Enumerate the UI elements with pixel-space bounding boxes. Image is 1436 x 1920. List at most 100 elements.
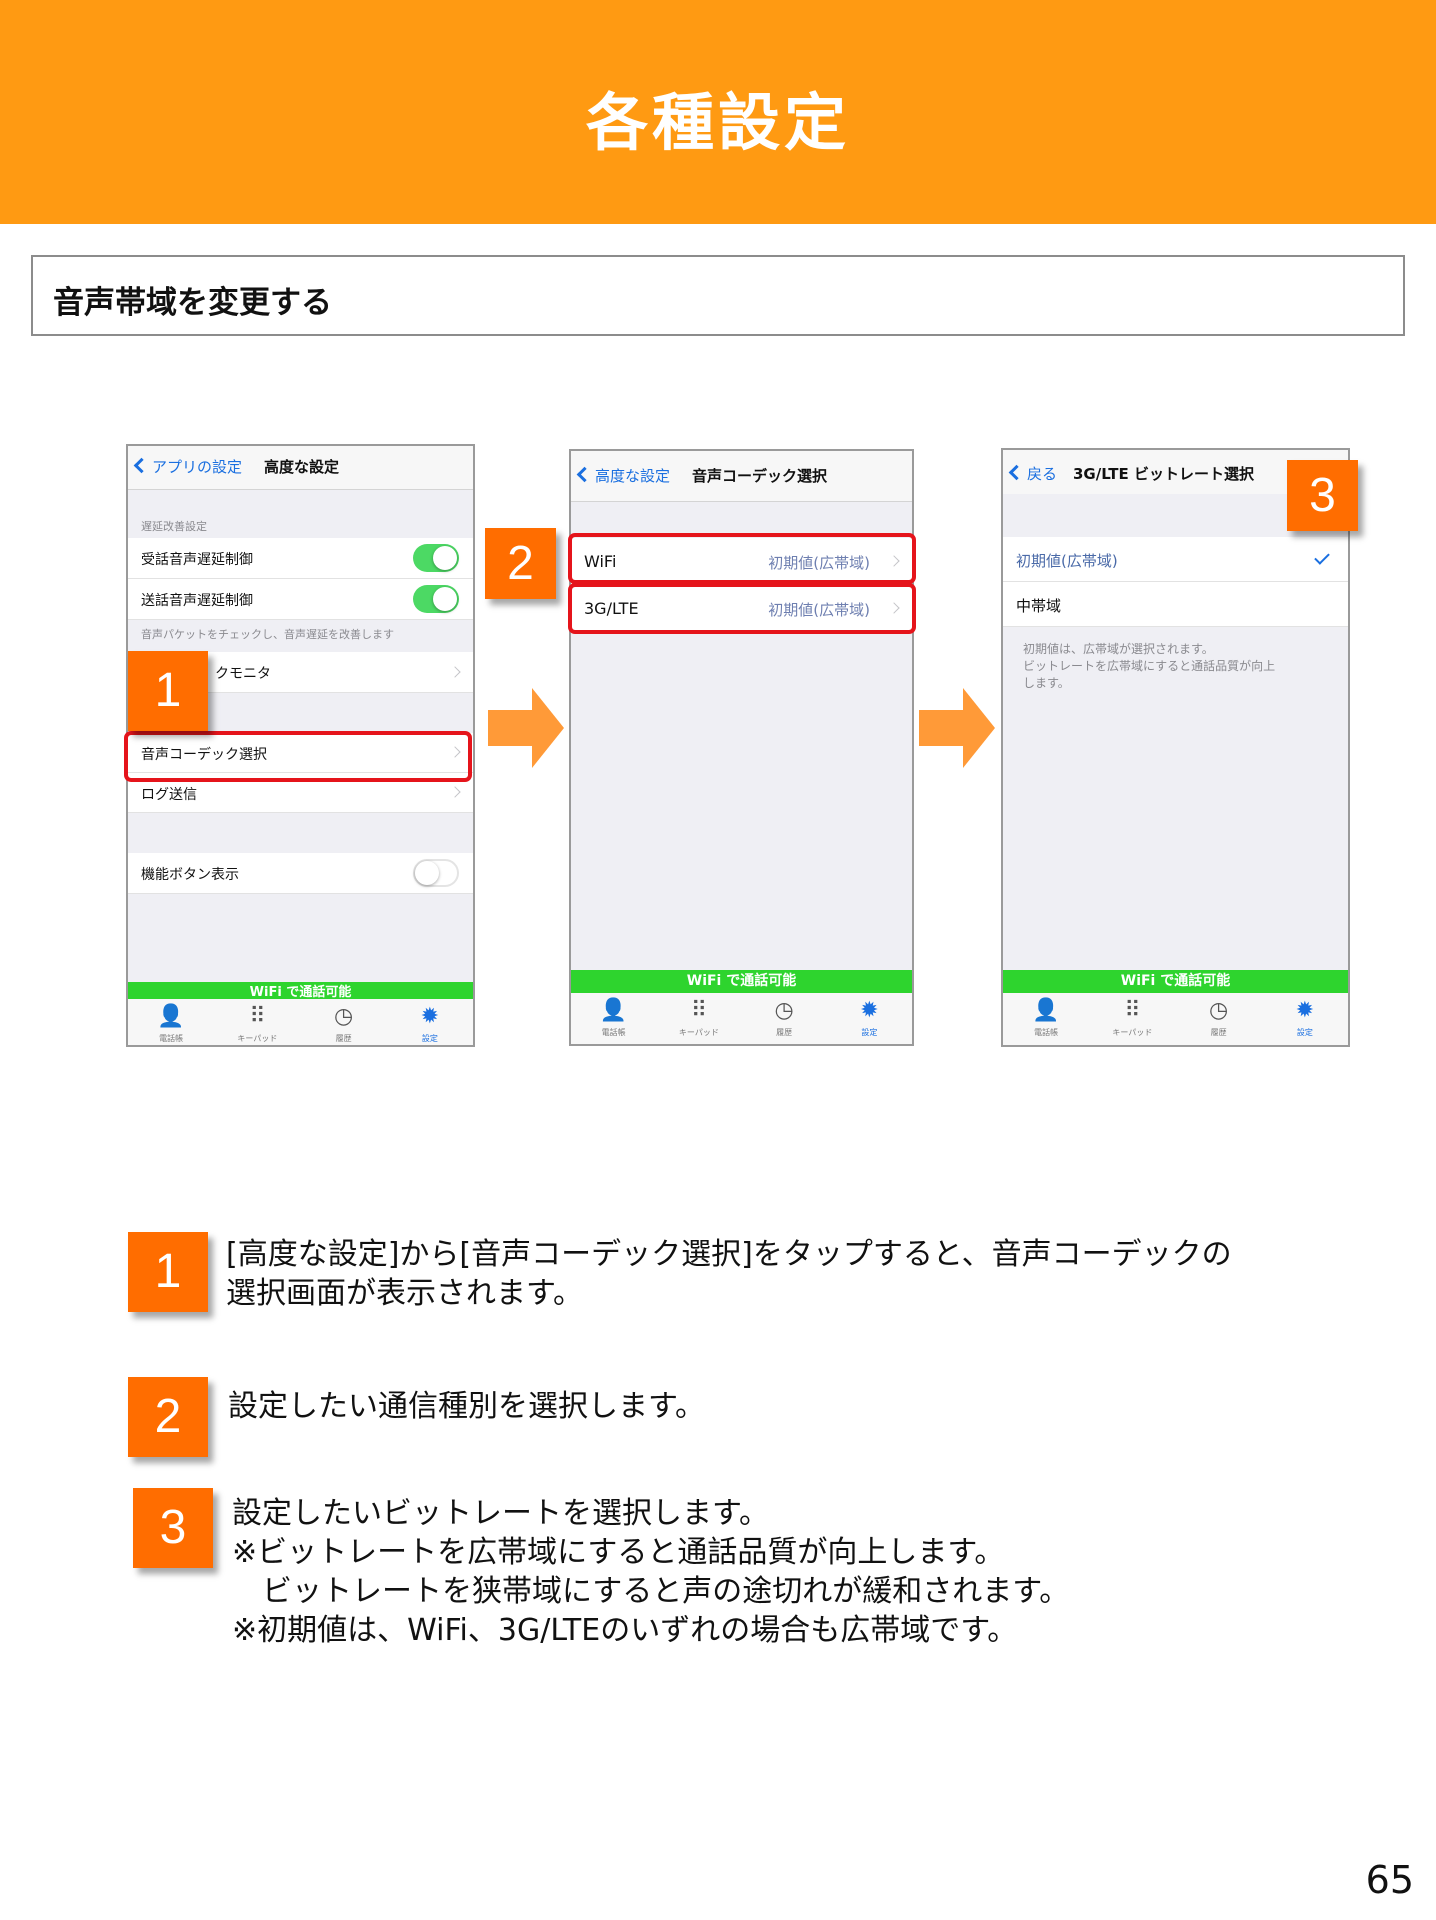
- nav-bar: アプリの設定 高度な設定: [128, 446, 473, 490]
- row-receive-delay: 受話音声遅延制御: [128, 538, 473, 579]
- bitrate-note: 初期値は、広帯域が選択されます。 ビットレートを広帯域にすると通話品質が向上 し…: [1023, 641, 1275, 692]
- chevron-right-icon: [449, 786, 461, 798]
- back-button[interactable]: 戻る: [1008, 463, 1058, 484]
- group-note: 音声パケットをチェックし、音声遅延を改善します: [141, 628, 394, 641]
- tab-label: 履歴: [776, 1028, 793, 1037]
- row-function-button: 機能ボタン表示: [128, 853, 473, 894]
- person-icon: 👤: [1032, 998, 1060, 1023]
- note-line: します。: [1023, 676, 1070, 690]
- clock-icon: ◷: [334, 1004, 354, 1029]
- nav-title: 高度な設定: [264, 458, 340, 476]
- tab-phonebook[interactable]: 👤 電話帳: [571, 993, 656, 1039]
- row-label: 送話音声遅延制御: [141, 593, 253, 609]
- person-icon: 👤: [157, 1004, 185, 1029]
- tab-label: 履歴: [1210, 1028, 1227, 1037]
- step-badge-1: 1: [128, 651, 208, 731]
- tab-settings[interactable]: ✹ 設定: [827, 993, 912, 1039]
- gear-icon: ✹: [1295, 998, 1315, 1023]
- chevron-left-icon: [1008, 464, 1025, 481]
- row-label: クモニタ: [215, 666, 271, 682]
- function-button-toggle[interactable]: [413, 859, 459, 887]
- tab-bar: 👤 電話帳 ⠿ キーパッド ◷ 履歴 ✹ 設定: [571, 993, 912, 1044]
- note-line: 初期値は、広帯域が選択されます。: [1023, 642, 1214, 656]
- tab-phonebook[interactable]: 👤 電話帳: [1003, 993, 1089, 1039]
- step-line: ビットレートを狭帯域にすると声の途切れが緩和されます。: [262, 1574, 1070, 1609]
- step-1-number: 1: [128, 1232, 208, 1312]
- back-label: 戻る: [1027, 465, 1058, 483]
- tab-history[interactable]: ◷ 履歴: [742, 993, 827, 1039]
- tab-label: 電話帳: [159, 1034, 184, 1043]
- tab-label: 設定: [1296, 1028, 1313, 1037]
- receive-delay-toggle[interactable]: [413, 544, 459, 572]
- tab-label: 設定: [861, 1028, 878, 1037]
- group-label: 遅延改善設定: [141, 520, 207, 533]
- tab-history[interactable]: ◷ 履歴: [301, 999, 387, 1045]
- step-line: 選択画面が表示されます。: [226, 1276, 583, 1311]
- tab-settings[interactable]: ✹ 設定: [387, 999, 473, 1045]
- send-delay-toggle[interactable]: [413, 585, 459, 613]
- back-label: 高度な設定: [595, 467, 671, 485]
- keypad-icon: ⠿: [249, 1004, 266, 1029]
- step-line: ※ビットレートを広帯域にすると通話品質が向上します。: [232, 1535, 1005, 1570]
- tab-settings[interactable]: ✹ 設定: [1262, 993, 1348, 1039]
- tab-label: キーパッド: [1112, 1028, 1153, 1037]
- wifi-status-bar: WiFi で通話可能: [1003, 970, 1348, 993]
- keypad-icon: ⠿: [1124, 998, 1141, 1023]
- step-2-number: 2: [128, 1377, 208, 1457]
- tab-keypad[interactable]: ⠿ キーパッド: [1089, 993, 1175, 1039]
- section-title: 音声帯域を変更する: [53, 285, 332, 321]
- row-midband[interactable]: 中帯域: [1003, 582, 1348, 627]
- keypad-icon: ⠿: [690, 998, 707, 1023]
- step-badge-2: 2: [485, 528, 556, 599]
- tab-label: キーパッド: [237, 1034, 278, 1043]
- chevron-right-icon: [449, 666, 461, 678]
- tab-phonebook[interactable]: 👤 電話帳: [128, 999, 214, 1045]
- clock-icon: ◷: [1209, 998, 1229, 1023]
- section-heading-box: 音声帯域を変更する: [31, 255, 1405, 336]
- highlight-wifi-row: [568, 533, 916, 584]
- nav-bar: 高度な設定 音声コーデック選択: [571, 451, 912, 502]
- step-badge-3: 3: [1287, 460, 1358, 531]
- step-line: 設定したい通信種別を選択します。: [228, 1389, 705, 1424]
- tab-keypad[interactable]: ⠿ キーパッド: [656, 993, 741, 1039]
- tab-bar: 👤 電話帳 ⠿ キーパッド ◷ 履歴 ✹ 設定: [1003, 993, 1348, 1045]
- flow-arrow-icon: [488, 688, 564, 768]
- tab-label: 電話帳: [1034, 1028, 1059, 1037]
- tab-keypad[interactable]: ⠿ キーパッド: [214, 999, 300, 1045]
- step-line: ※初期値は、WiFi、3G/LTEのいずれの場合も広帯域です。: [232, 1613, 1018, 1648]
- person-icon: 👤: [599, 998, 628, 1023]
- row-send-delay: 送話音声遅延制御: [128, 579, 473, 620]
- step-3-text: 設定したいビットレートを選択します。 ※ビットレートを広帯域にすると通話品質が向…: [232, 1494, 1069, 1650]
- chevron-left-icon: [133, 457, 150, 474]
- nav-title: 音声コーデック選択: [692, 467, 828, 485]
- screenshot-bitrate-select: 戻る 3G/LTE ビットレート選択 初期値(広帯域) 中帯域 初期値は、広帯域…: [1001, 448, 1350, 1047]
- row-label: 受話音声遅延制御: [141, 552, 253, 568]
- step-2-text: 設定したい通信種別を選択します。: [228, 1387, 705, 1426]
- gear-icon: ✹: [420, 1004, 440, 1029]
- toggle-knob: [433, 546, 457, 570]
- step-line: [高度な設定]から[音声コーデック選択]をタップすると、音声コーデックの: [226, 1237, 1232, 1272]
- row-label: ログ送信: [141, 787, 197, 803]
- step-line: 設定したいビットレートを選択します。: [232, 1496, 769, 1531]
- row-label: 中帯域: [1016, 597, 1062, 615]
- row-label: 機能ボタン表示: [141, 867, 239, 883]
- page-number: 65: [1365, 1858, 1414, 1902]
- note-line: ビットレートを広帯域にすると通話品質が向上: [1023, 659, 1276, 673]
- flow-arrow-icon: [919, 688, 995, 768]
- highlight-codec-select: [124, 731, 472, 782]
- highlight-3g-lte-row: [568, 583, 916, 634]
- row-wideband[interactable]: 初期値(広帯域): [1003, 537, 1348, 582]
- back-button[interactable]: 高度な設定: [576, 465, 671, 486]
- page-header: 各種設定: [0, 0, 1436, 224]
- nav-title: 3G/LTE ビットレート選択: [1073, 465, 1255, 483]
- tab-label: 設定: [421, 1034, 438, 1043]
- back-button[interactable]: アプリの設定: [133, 456, 242, 477]
- gear-icon: ✹: [860, 998, 879, 1023]
- tab-bar: 👤 電話帳 ⠿ キーパッド ◷ 履歴 ✹ 設定: [128, 999, 473, 1045]
- toggle-knob: [415, 861, 439, 885]
- tab-history[interactable]: ◷ 履歴: [1176, 993, 1262, 1039]
- tab-label: 履歴: [335, 1034, 352, 1043]
- step-1-text: [高度な設定]から[音声コーデック選択]をタップすると、音声コーデックの 選択画…: [226, 1235, 1232, 1313]
- row-label: 初期値(広帯域): [1016, 552, 1118, 570]
- wifi-status-bar: WiFi で通話可能: [571, 970, 912, 993]
